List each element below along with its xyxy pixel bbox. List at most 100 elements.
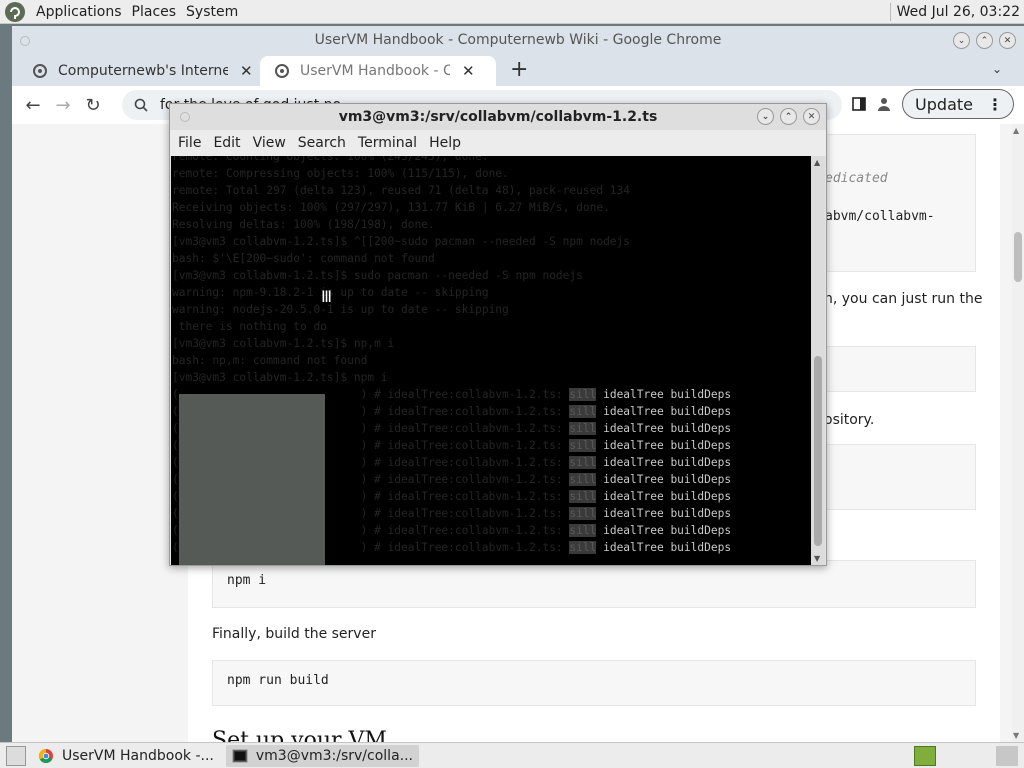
update-label: Update	[915, 94, 973, 114]
terminal-line: Receiving objects: 100% (297/297), 131.7…	[172, 201, 610, 214]
paragraph-partial: ository.	[824, 412, 875, 428]
reload-icon[interactable]: ↻	[78, 95, 108, 116]
npm-prefix: idealTree:collabvm-1.2.ts:	[387, 524, 570, 537]
search-icon	[134, 98, 148, 112]
tab-uservm-handbook[interactable]: UserVM Handbook - Computernewb Wiki ✕	[260, 56, 496, 86]
menu-help[interactable]: Help	[423, 135, 467, 151]
minimize-button[interactable]: ⌄	[953, 32, 970, 49]
terminal-line: bash: np,m: command not found	[172, 354, 368, 367]
npm-sill-badge: sill	[569, 524, 597, 537]
scroll-down-icon[interactable]: ▼	[814, 554, 820, 563]
npm-tail: idealTree buildDeps	[596, 405, 732, 418]
npm-tail: idealTree buildDeps	[596, 473, 732, 486]
npm-sill-badge: sill	[569, 541, 597, 554]
npm-tail: idealTree buildDeps	[596, 422, 732, 435]
terminal-line: warning: npm-9.18.2-1 is up to date -- s…	[172, 286, 489, 299]
window-menu-dot[interactable]	[20, 36, 30, 46]
menu-view[interactable]: View	[247, 135, 292, 151]
paragraph: Finally, build the server	[212, 626, 376, 642]
terminal-line: there is nothing to do	[172, 320, 327, 333]
terminal-line: remote: Total 297 (delta 123), reused 71…	[172, 184, 631, 197]
wiki-favicon-icon	[32, 63, 48, 79]
npm-sill-badge: sill	[569, 456, 597, 469]
menu-terminal[interactable]: Terminal	[352, 135, 423, 151]
scroll-thumb[interactable]	[1014, 232, 1022, 282]
npm-tail: idealTree buildDeps	[596, 456, 732, 469]
menu-system[interactable]: System	[181, 4, 243, 20]
show-desktop-icon[interactable]	[6, 745, 26, 766]
chevron-down-icon[interactable]: ⌄	[992, 62, 1002, 76]
npm-sill-badge: sill	[569, 422, 597, 435]
close-button[interactable]: ✕	[803, 108, 820, 125]
terminal-line: [vm3@vm3 collabvm-1.2.ts]$ ^[[200~sudo p…	[172, 235, 631, 248]
maximize-button[interactable]: ⌃	[780, 108, 797, 125]
code-text: npm i	[227, 573, 267, 588]
npm-prefix: idealTree:collabvm-1.2.ts:	[387, 541, 570, 554]
tab-computernewb-pub[interactable]: Computernewb's Internet Pub ✕	[18, 56, 253, 86]
close-tab-icon[interactable]: ✕	[462, 62, 475, 80]
close-tab-icon[interactable]: ✕	[240, 62, 253, 80]
section-heading: Set up your VM	[212, 728, 387, 742]
npm-sill-badge: sill	[569, 388, 597, 401]
trash-icon[interactable]	[996, 745, 1018, 766]
npm-sill-badge: sill	[569, 473, 597, 486]
menu-edit[interactable]: Edit	[207, 135, 246, 151]
npm-sill-badge: sill	[569, 439, 597, 452]
minimize-button[interactable]: ⌄	[757, 108, 774, 125]
redaction-block	[179, 394, 325, 565]
tab-strip: Computernewb's Internet Pub ✕ UserVM Han…	[12, 54, 1024, 86]
terminal-output[interactable]: remote: Counting objects: 100% (243/243)…	[171, 156, 811, 565]
npm-tail: idealTree buildDeps	[596, 524, 732, 537]
npm-prefix: idealTree:collabvm-1.2.ts:	[387, 473, 570, 486]
maximize-button[interactable]: ⌃	[976, 32, 993, 49]
npm-tail: idealTree buildDeps	[596, 490, 732, 503]
npm-prefix: idealTree:collabvm-1.2.ts:	[387, 439, 570, 452]
taskbar-item-label: vm3@vm3:/srv/colla...	[255, 747, 413, 764]
clock[interactable]: Wed Jul 26, 03:22	[889, 2, 1024, 21]
taskbar-item-terminal[interactable]: vm3@vm3:/srv/colla...	[225, 744, 419, 767]
code-block-npm-i: npm i	[212, 560, 976, 608]
npm-sill-badge: sill	[569, 490, 597, 503]
terminal-line: [vm3@vm3 collabvm-1.2.ts]$ npm i	[172, 371, 388, 384]
terminal-line: Resolving deltas: 100% (198/198), done.	[172, 218, 435, 231]
menu-places[interactable]: Places	[127, 4, 182, 20]
menu-applications[interactable]: Applications	[31, 4, 127, 20]
menu-file[interactable]: File	[172, 135, 207, 151]
scroll-up-icon[interactable]: ▲	[814, 158, 820, 167]
code-text: npm run build	[227, 673, 329, 688]
terminal-line: warning: nodejs-20.5.0-1 is up to date -…	[172, 303, 509, 316]
taskbar-item-chrome[interactable]: UserVM Handbook -...	[32, 745, 220, 767]
scroll-up-icon[interactable]: ▲	[1013, 126, 1019, 135]
scroll-down-icon[interactable]: ▼	[1013, 731, 1019, 740]
npm-prefix: idealTree:collabvm-1.2.ts:	[387, 456, 570, 469]
npm-tail: idealTree buildDeps	[596, 507, 732, 520]
code-block-build: npm run build	[212, 660, 976, 706]
wiki-favicon-icon	[274, 63, 290, 79]
side-panel-icon[interactable]	[852, 97, 866, 111]
terminal-line: [vm3@vm3 collabvm-1.2.ts]$ np,m i	[172, 337, 395, 350]
update-button[interactable]: Update ⋮	[902, 89, 1014, 119]
clock-label: Wed Jul 26, 03:22	[896, 3, 1020, 20]
terminal-line: bash: $'\E[200~sudo': command not found	[172, 252, 435, 265]
back-arrow-icon[interactable]: ←	[18, 95, 48, 116]
terminal-title: vm3@vm3:/srv/collabvm/collabvm-1.2.ts	[338, 109, 658, 125]
npm-sill-badge: sill	[569, 507, 597, 520]
window-menu-dot[interactable]	[180, 112, 190, 122]
close-button[interactable]: ✕	[999, 32, 1016, 49]
scroll-thumb[interactable]	[814, 356, 822, 546]
npm-tail: idealTree buildDeps	[596, 439, 732, 452]
distro-logo-icon[interactable]	[4, 1, 26, 23]
workspace-switcher[interactable]	[914, 745, 936, 766]
npm-prefix: idealTree:collabvm-1.2.ts:	[387, 422, 570, 435]
tab-label: UserVM Handbook - Computernewb Wiki	[300, 63, 450, 79]
taskbar-item-label: UserVM Handbook -...	[62, 747, 214, 764]
menu-search[interactable]: Search	[292, 135, 352, 151]
profile-icon[interactable]	[876, 96, 892, 112]
terminal-titlebar[interactable]: vm3@vm3:/srv/collabvm/collabvm-1.2.ts ⌄ …	[170, 104, 826, 130]
terminal-menubar: File Edit View Search Terminal Help	[170, 130, 826, 156]
new-tab-icon[interactable]: +	[510, 59, 528, 81]
page-scrollbar[interactable]: ▲ ▼	[1012, 124, 1024, 742]
forward-arrow-icon[interactable]: →	[48, 95, 78, 116]
terminal-scrollbar[interactable]: ▲ ▼	[811, 156, 825, 565]
chrome-titlebar[interactable]: UserVM Handbook - Computernewb Wiki - Go…	[12, 26, 1024, 54]
